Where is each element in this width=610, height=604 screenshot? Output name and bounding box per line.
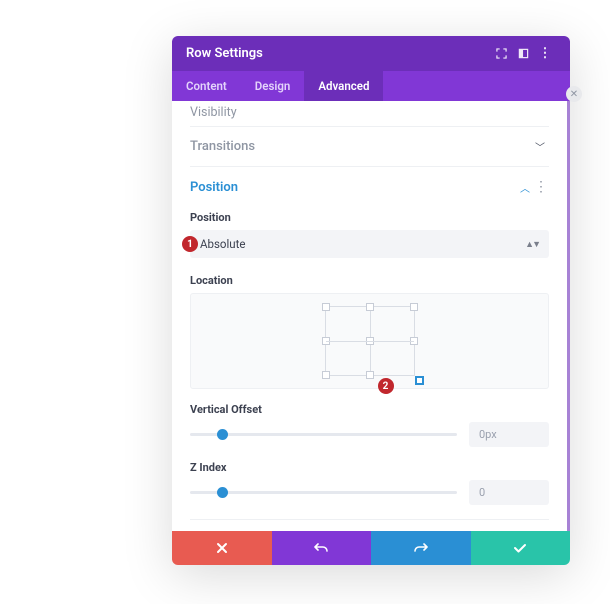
vertical-offset-slider[interactable] [190,425,457,445]
anchor-mid-left[interactable] [322,337,330,345]
select-caret-icon: ▲▼ [525,239,539,250]
zindex-input[interactable]: 0 [469,480,549,505]
redo-button[interactable] [371,531,471,565]
vertical-offset-label: Vertical Offset [190,399,549,422]
anchor-mid-center[interactable] [366,337,374,345]
tab-advanced[interactable]: Advanced [304,71,383,101]
anchor-top-left[interactable] [322,303,330,311]
annotation-marker-2: 2 [378,378,394,394]
zindex-slider[interactable] [190,483,457,503]
chevron-up-icon: ︿ [516,180,534,195]
section-transitions-title: Transitions [190,139,531,154]
dismiss-icon[interactable]: ✕ [566,86,582,102]
undo-icon [314,542,328,554]
redo-icon [414,542,428,554]
location-label: Location [190,270,549,293]
position-section-body: Position 1 Absolute ▲▼ Location [190,207,549,519]
section-scroll-effects[interactable]: Scroll Effects ﹀ [190,519,549,531]
title-more-icon[interactable]: ⋮ [534,46,556,61]
section-position-title: Position [190,180,516,195]
close-icon [216,542,228,554]
position-select[interactable]: 1 Absolute ▲▼ [190,230,549,258]
anchor-bottom-center[interactable] [366,371,374,379]
save-button[interactable] [471,531,571,565]
section-position[interactable]: Position ︿ ⋮ [190,166,549,207]
expand-icon[interactable] [490,48,512,59]
anchor-top-right[interactable] [410,303,418,311]
modal-footer [172,531,570,565]
anchor-mid-right[interactable] [410,337,418,345]
section-visibility-title: Visibility [190,101,549,126]
location-grid [325,306,415,376]
position-label: Position [190,207,549,230]
section-transitions[interactable]: Transitions ﹀ [190,126,549,166]
vertical-offset-input[interactable]: 0px [469,422,549,447]
undo-button[interactable] [272,531,372,565]
zindex-label: Z Index [190,457,549,480]
anchor-bottom-left[interactable] [322,371,330,379]
tab-design[interactable]: Design [241,71,305,101]
snap-icon[interactable] [512,48,534,59]
annotation-marker-1: 1 [182,236,198,252]
modal-title: Row Settings [186,46,263,61]
modal-titlebar: Row Settings ⋮ [172,36,570,71]
anchor-top-center[interactable] [366,303,374,311]
slider-thumb-icon[interactable] [217,429,228,440]
chevron-down-icon: ﹀ [531,139,549,154]
cancel-button[interactable] [172,531,272,565]
slider-thumb-icon[interactable] [217,487,228,498]
tab-bar: Content Design Advanced [172,71,570,101]
location-picker[interactable]: 2 [190,293,549,389]
section-more-icon[interactable]: ⋮ [534,179,549,195]
position-select-value: Absolute [200,237,245,251]
tab-content[interactable]: Content [172,71,241,101]
anchor-bottom-right-selected[interactable] [415,376,424,385]
settings-body: Visibility Transitions ﹀ Position ︿ ⋮ Po… [172,101,570,531]
check-icon [513,542,527,554]
